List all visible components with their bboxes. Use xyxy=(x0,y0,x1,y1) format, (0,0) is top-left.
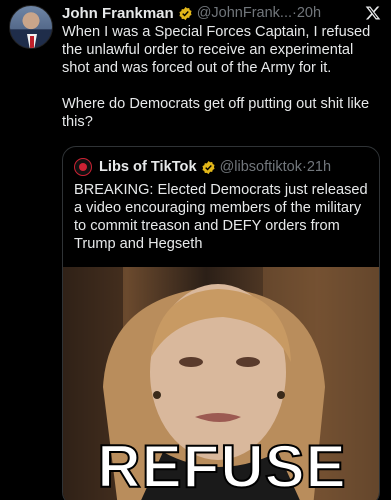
author-name[interactable]: John Frankman xyxy=(62,5,174,22)
tweet-text: When I was a Special Forces Captain, I r… xyxy=(62,23,380,131)
avatar-tie xyxy=(30,36,34,48)
tweet: John Frankman @JohnFrank... · 20h When I… xyxy=(0,0,391,500)
author-avatar[interactable] xyxy=(9,5,53,49)
tweet-time[interactable]: 20h xyxy=(297,5,321,21)
tweet-paragraph-1: When I was a Special Forces Captain, I r… xyxy=(62,24,371,76)
quoted-tweet-time[interactable]: 21h xyxy=(307,159,331,175)
verified-badge-icon xyxy=(202,160,215,174)
video-caption: REFUSE xyxy=(96,433,347,500)
x-logo-icon xyxy=(365,6,381,20)
quoted-tweet-video[interactable]: REFUSE xyxy=(63,267,379,500)
tweet-header: John Frankman @JohnFrank... · 20h xyxy=(62,3,381,23)
author-handle[interactable]: @JohnFrank... xyxy=(197,5,292,21)
quoted-author-name[interactable]: Libs of TikTok xyxy=(99,159,197,175)
quoted-tweet-text: BREAKING: Elected Democrats just release… xyxy=(74,182,368,252)
quoted-tweet-header: Libs of TikTok @libsoftiktok · 21h xyxy=(74,157,331,177)
quoted-author-avatar[interactable] xyxy=(74,158,92,176)
tweet-paragraph-2: Where do Democrats get off putting out s… xyxy=(62,96,370,130)
verified-badge-icon xyxy=(179,6,192,20)
quoted-tweet[interactable]: Libs of TikTok @libsoftiktok · 21h BREAK… xyxy=(62,146,380,500)
quoted-author-handle[interactable]: @libsoftiktok xyxy=(220,159,302,175)
